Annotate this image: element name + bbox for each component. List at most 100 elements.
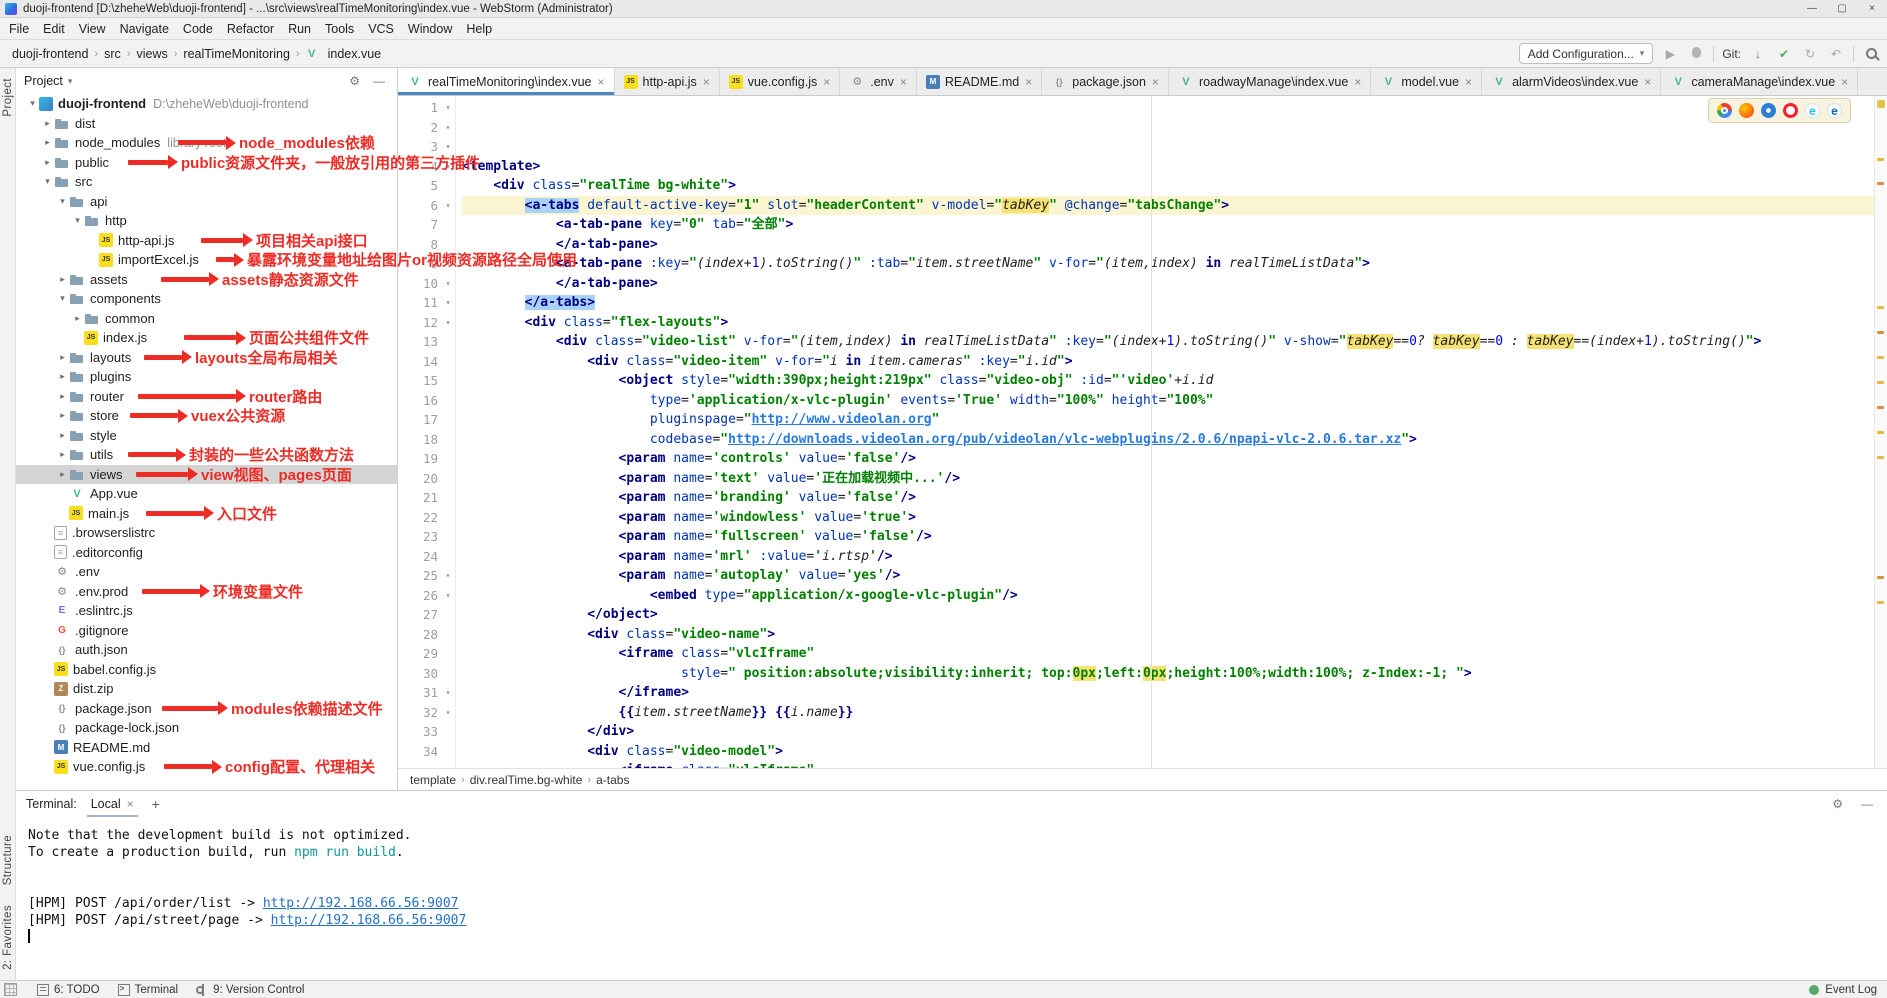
code-line[interactable]: </object> bbox=[462, 605, 1887, 625]
code-line[interactable]: style=" position:absolute;visibility:inh… bbox=[462, 664, 1887, 684]
tree-item[interactable]: JSbabel.config.js bbox=[16, 660, 397, 680]
code-line[interactable]: <div class="video-list" v-for="(item,ind… bbox=[462, 332, 1887, 352]
new-terminal-icon[interactable]: + bbox=[148, 796, 164, 812]
fold-icon[interactable]: ▾ bbox=[441, 123, 455, 132]
search-everywhere-icon[interactable] bbox=[1866, 48, 1877, 59]
tree-item[interactable]: ≡.editorconfig bbox=[16, 543, 397, 563]
hide-panel-icon[interactable]: — bbox=[369, 74, 389, 88]
chevron-collapsed-icon[interactable]: ▸ bbox=[56, 469, 69, 480]
opera-icon[interactable] bbox=[1783, 103, 1798, 118]
tree-item[interactable]: JSvue.config.js bbox=[16, 757, 397, 777]
code-line[interactable]: <div class="video-name"> bbox=[462, 625, 1887, 645]
maximize-button[interactable]: ▢ bbox=[1827, 0, 1857, 18]
chevron-collapsed-icon[interactable]: ▸ bbox=[56, 410, 69, 421]
inspection-indicator-icon[interactable] bbox=[1877, 100, 1885, 108]
breadcrumb-item[interactable]: realTimeMonitoring bbox=[181, 47, 292, 61]
tree-item[interactable]: ▸style bbox=[16, 426, 397, 446]
close-button[interactable]: × bbox=[1857, 0, 1887, 18]
tree-item[interactable]: VApp.vue bbox=[16, 484, 397, 504]
chevron-expanded-icon[interactable]: ▾ bbox=[71, 215, 84, 226]
fold-icon[interactable]: ▾ bbox=[441, 688, 455, 697]
fold-icon[interactable]: ▾ bbox=[441, 162, 455, 171]
code-line[interactable]: <iframe class="vlcIframe" bbox=[462, 761, 1887, 768]
error-stripe[interactable] bbox=[1874, 96, 1887, 768]
tree-item[interactable]: G.gitignore bbox=[16, 621, 397, 641]
tab-close-icon[interactable]: × bbox=[703, 75, 710, 89]
chevron-collapsed-icon[interactable]: ▸ bbox=[41, 137, 54, 148]
tab-close-icon[interactable]: × bbox=[598, 75, 605, 89]
code-line[interactable]: <param name='branding' value='false'/> bbox=[462, 488, 1887, 508]
editor-tab[interactable]: JShttp-api.js× bbox=[615, 68, 720, 95]
menu-edit[interactable]: Edit bbox=[36, 22, 72, 36]
tab-close-icon[interactable]: × bbox=[1841, 75, 1848, 89]
chrome-icon[interactable] bbox=[1717, 103, 1732, 118]
project-panel-title[interactable]: Project bbox=[24, 74, 63, 88]
menu-tools[interactable]: Tools bbox=[318, 22, 361, 36]
tree-item[interactable]: ▸assets bbox=[16, 270, 397, 290]
chevron-collapsed-icon[interactable]: ▸ bbox=[56, 371, 69, 382]
breadcrumb-item[interactable]: src bbox=[102, 47, 123, 61]
terminal-link[interactable]: http://192.168.66.56:9007 bbox=[263, 896, 459, 911]
tree-item[interactable]: ▸public bbox=[16, 153, 397, 173]
chevron-expanded-icon[interactable]: ▾ bbox=[56, 293, 69, 304]
ie-icon[interactable]: e bbox=[1805, 103, 1820, 118]
menu-refactor[interactable]: Refactor bbox=[220, 22, 281, 36]
tree-item[interactable]: ▾duoji-frontendD:\zheheWeb\duoji-fronten… bbox=[16, 94, 397, 114]
menu-run[interactable]: Run bbox=[281, 22, 318, 36]
chevron-collapsed-icon[interactable]: ▸ bbox=[56, 352, 69, 363]
hide-panel-icon[interactable]: — bbox=[1857, 797, 1877, 811]
toolwindow-project-button[interactable]: Project bbox=[2, 78, 14, 117]
tree-item[interactable]: {}package-lock.json bbox=[16, 718, 397, 738]
code-line[interactable]: </div> bbox=[462, 722, 1887, 742]
tab-close-icon[interactable]: × bbox=[1152, 75, 1159, 89]
editor-tab[interactable]: ⚙.env× bbox=[840, 68, 917, 95]
git-commit-icon[interactable]: ✔ bbox=[1775, 47, 1793, 61]
code-line[interactable]: <div class="flex-layouts"> bbox=[462, 313, 1887, 333]
fold-icon[interactable]: ▾ bbox=[441, 298, 455, 307]
code-line[interactable]: pluginspage="http://www.videolan.org" bbox=[462, 410, 1887, 430]
chevron-expanded-icon[interactable]: ▾ bbox=[26, 98, 39, 109]
code-line[interactable]: </iframe> bbox=[462, 683, 1887, 703]
tab-close-icon[interactable]: × bbox=[1465, 75, 1472, 89]
tree-item[interactable]: ▸views bbox=[16, 465, 397, 485]
chevron-expanded-icon[interactable]: ▾ bbox=[41, 176, 54, 187]
code-line[interactable]: <a-tabs default-active-key="1" slot="hea… bbox=[462, 196, 1887, 216]
run-icon[interactable]: ▶ bbox=[1661, 47, 1679, 61]
tree-item[interactable]: MREADME.md bbox=[16, 738, 397, 758]
code-line[interactable]: <param name='fullscreen' value='false'/> bbox=[462, 527, 1887, 547]
code-line[interactable]: </a-tab-pane> bbox=[462, 235, 1887, 255]
tree-item[interactable]: JSmain.js bbox=[16, 504, 397, 524]
tree-item[interactable]: ▸common bbox=[16, 309, 397, 329]
breadcrumb-item[interactable]: template bbox=[408, 773, 458, 787]
menu-navigate[interactable]: Navigate bbox=[113, 22, 176, 36]
tree-item[interactable]: ▸plugins bbox=[16, 367, 397, 387]
editor-tab[interactable]: ValarmVideos\index.vue× bbox=[1482, 68, 1661, 95]
code-line[interactable]: <div class="realTime bg-white"> bbox=[462, 176, 1887, 196]
tree-item[interactable]: ▾http bbox=[16, 211, 397, 231]
chevron-collapsed-icon[interactable]: ▸ bbox=[41, 118, 54, 129]
editor-tab[interactable]: VcameraManage\index.vue× bbox=[1661, 68, 1858, 95]
fold-icon[interactable]: ▾ bbox=[441, 571, 455, 580]
tree-item[interactable]: ▾components bbox=[16, 289, 397, 309]
toolwindow-switcher-icon[interactable] bbox=[4, 983, 17, 996]
editor-tab[interactable]: JSvue.config.js× bbox=[720, 68, 841, 95]
git-rollback-icon[interactable]: ↶ bbox=[1827, 47, 1845, 61]
toolwindow-favorites-button[interactable]: 2: Favorites bbox=[2, 905, 14, 970]
terminal-link[interactable]: http://192.168.66.56:9007 bbox=[271, 913, 467, 928]
tab-close-icon[interactable]: × bbox=[1025, 75, 1032, 89]
tree-item[interactable]: ▸utils bbox=[16, 445, 397, 465]
editor-tab[interactable]: Vmodel.vue× bbox=[1371, 68, 1482, 95]
safari-icon[interactable] bbox=[1761, 103, 1776, 118]
fold-icon[interactable]: ▾ bbox=[441, 103, 455, 112]
statusbar-event-log[interactable]: Event Log bbox=[1809, 984, 1877, 996]
menu-window[interactable]: Window bbox=[401, 22, 459, 36]
code-line[interactable]: </a-tabs> bbox=[462, 293, 1887, 313]
code-line[interactable]: <param name='windowless' value='true'> bbox=[462, 508, 1887, 528]
tree-item[interactable]: ≡.browserslistrc bbox=[16, 523, 397, 543]
git-update-icon[interactable]: ↓ bbox=[1749, 47, 1767, 61]
code-line[interactable]: <param name='text' value='正在加载视频中...'/> bbox=[462, 469, 1887, 489]
tree-item[interactable]: ▾api bbox=[16, 192, 397, 212]
fold-icon[interactable]: ▾ bbox=[441, 708, 455, 717]
tab-close-icon[interactable]: × bbox=[1644, 75, 1651, 89]
fold-icon[interactable]: ▾ bbox=[441, 259, 455, 268]
